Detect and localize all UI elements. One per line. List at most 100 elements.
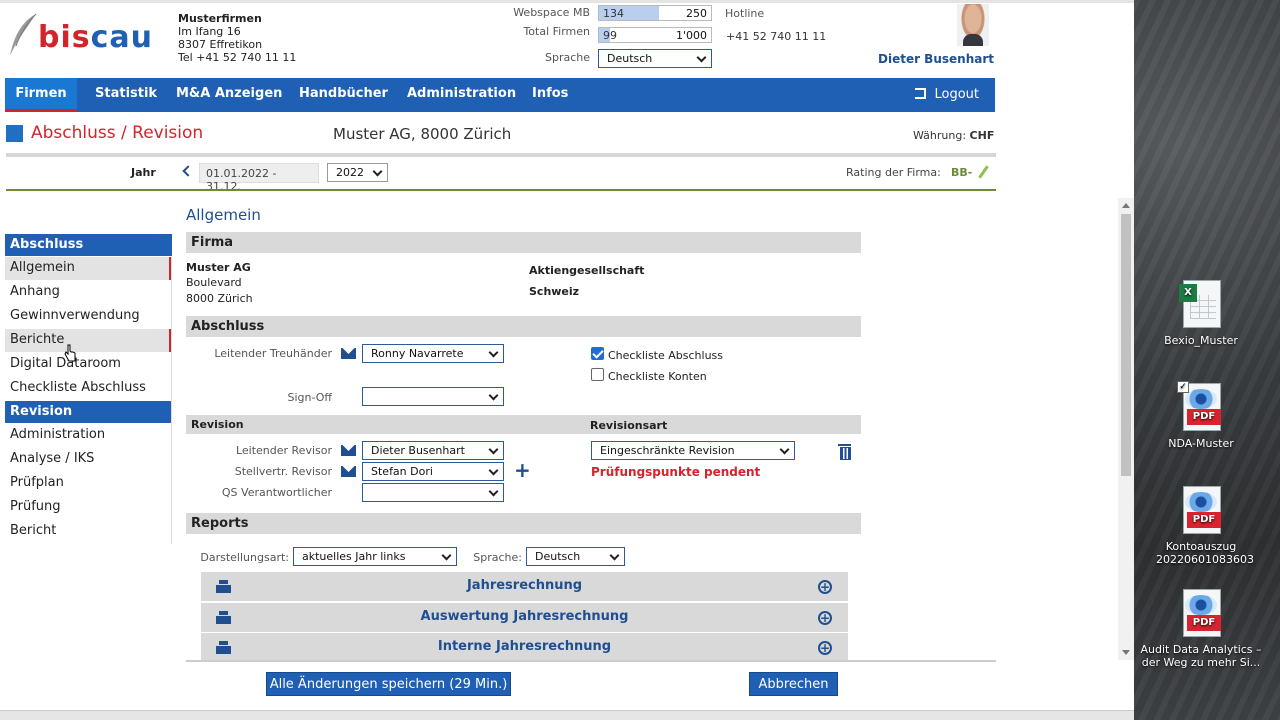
- currency: Währung: CHF: [913, 129, 994, 142]
- sidebar-item-bericht[interactable]: Bericht: [5, 520, 172, 543]
- checkliste-konten-checkbox[interactable]: [591, 368, 604, 381]
- nav-ma-anzeigen[interactable]: M&A Anzeigen: [176, 78, 282, 112]
- report-title: Jahresrechnung: [466, 578, 583, 593]
- sidebar-item-analyse-iks[interactable]: Analyse / IKS: [5, 448, 172, 471]
- nav-handbuecher[interactable]: Handbücher: [299, 78, 388, 112]
- revisionsart-select[interactable]: Eingeschränkte Revision: [591, 441, 795, 460]
- leitender-treuhaender-select[interactable]: Ronny Navarrete: [362, 344, 504, 363]
- firmen-label: Total Firmen: [523, 25, 590, 38]
- expand-icon[interactable]: +: [818, 611, 832, 625]
- firma-type: Aktiengesellschaft: [529, 264, 645, 277]
- mail-icon[interactable]: [341, 348, 356, 359]
- currency-label: Währung:: [913, 129, 967, 142]
- scrollbar[interactable]: [1118, 198, 1134, 660]
- stellvertr-revisor-select[interactable]: Stefan Dori: [362, 462, 504, 481]
- logout-label: Logout: [934, 87, 979, 102]
- excel-file-icon: X: [1179, 280, 1223, 330]
- webspace-gauge: 134 250: [598, 5, 712, 21]
- mail-icon[interactable]: [341, 445, 356, 456]
- mail-icon[interactable]: [341, 466, 356, 477]
- add-icon[interactable]: +: [514, 458, 531, 482]
- nav-statistik[interactable]: Statistik: [95, 78, 157, 112]
- sidebar-border: [171, 257, 172, 544]
- leitender-revisor-label: Leitender Revisor: [235, 444, 332, 457]
- quill-icon: [10, 13, 37, 56]
- qs-select[interactable]: [362, 483, 504, 502]
- report-sprache-select[interactable]: Deutsch: [526, 547, 625, 566]
- firm-address: Musterfirmen Im Ifang 16 8307 Effretikon…: [178, 12, 296, 64]
- chevron-left-icon[interactable]: [182, 165, 194, 177]
- desktop-icon-label: Bexio_Muster: [1164, 334, 1238, 347]
- sidebar-item-administration[interactable]: Administration: [5, 424, 172, 447]
- firma-street: Boulevard: [186, 276, 242, 289]
- signoff-select[interactable]: [362, 387, 504, 406]
- section-firma: Firma: [186, 232, 861, 253]
- window-top-border: [0, 0, 1134, 3]
- content-divider: [186, 660, 996, 662]
- report-row-jahresrechnung[interactable]: Jahresrechnung +: [201, 572, 848, 601]
- cancel-button[interactable]: Abbrechen: [749, 672, 838, 696]
- rating-label: Rating der Firma:: [846, 166, 941, 179]
- report-row-intern[interactable]: Interne Jahresrechnung +: [201, 633, 848, 660]
- year-select[interactable]: 2022: [327, 163, 388, 182]
- checkliste-konten-label: Checkliste Konten: [608, 370, 707, 383]
- sidebar-item-checkliste-abschluss[interactable]: Checkliste Abschluss: [5, 377, 172, 400]
- stellvertr-revisor-label: Stellvertr. Revisor: [234, 465, 332, 478]
- firm-name: Musterfirmen: [178, 12, 262, 25]
- report-sprache-label: Sprache:: [473, 551, 522, 564]
- hand-cursor-icon: [64, 344, 76, 362]
- pencil-icon[interactable]: [978, 165, 989, 179]
- language-select[interactable]: Deutsch: [598, 49, 712, 68]
- desktop-icon-nda[interactable]: PDF ✓ NDA-Muster: [1141, 381, 1261, 450]
- scroll-down-icon[interactable]: [1122, 650, 1130, 655]
- webspace-used: 134: [603, 7, 624, 20]
- nav-firmen[interactable]: Firmen: [5, 78, 77, 112]
- pdf-file-icon: PDF ✓: [1177, 381, 1223, 433]
- title-square-icon: [6, 125, 23, 142]
- sidebar-item-allgemein[interactable]: Allgemein: [5, 257, 172, 280]
- logout-icon: [915, 88, 927, 99]
- date-range-field[interactable]: 01.01.2022 - 31.12.: [199, 163, 319, 193]
- browser-window: biscau Musterfirmen Im Ifang 16 8307 Eff…: [0, 0, 1134, 720]
- trash-icon[interactable]: [838, 444, 851, 460]
- nav-administration[interactable]: Administration: [407, 78, 516, 112]
- sidebar-head-abschluss: Abschluss: [5, 234, 172, 256]
- section-heading: Allgemein: [186, 206, 261, 224]
- sidebar-item-pruefplan[interactable]: Prüfplan: [5, 472, 172, 495]
- firma-city: 8000 Zürich: [186, 292, 253, 305]
- sidebar-item-pruefung[interactable]: Prüfung: [5, 496, 172, 519]
- sidebar-head-revision: Revision: [5, 401, 172, 423]
- expand-icon[interactable]: +: [818, 641, 832, 655]
- sidebar-item-berichte[interactable]: Berichte: [5, 329, 172, 352]
- currency-value: CHF: [969, 129, 995, 142]
- leitender-revisor-select[interactable]: Dieter Busenhart: [362, 441, 504, 460]
- darstellungsart-select[interactable]: aktuelles Jahr links: [293, 547, 457, 566]
- expand-icon[interactable]: +: [818, 580, 832, 594]
- desktop-icon-kontoauszug[interactable]: PDF Kontoauszug 20220601083603: [1141, 486, 1261, 566]
- sidebar-item-digital-dataroom[interactable]: Digital Dataroom: [5, 353, 172, 376]
- sprache-label: Sprache: [544, 51, 590, 64]
- scroll-up-icon[interactable]: [1122, 203, 1130, 208]
- desktop-icon-audit[interactable]: PDF Audit Data Analytics – der Weg zu me…: [1140, 589, 1262, 669]
- company-title: Muster AG, 8000 Zürich: [333, 125, 512, 143]
- desktop-icon-label: NDA-Muster: [1168, 437, 1234, 450]
- sidebar-item-anhang[interactable]: Anhang: [5, 281, 172, 304]
- divider-green: [6, 189, 996, 191]
- pdf-file-icon: PDF: [1179, 589, 1223, 639]
- logout-button[interactable]: Logout: [915, 78, 979, 112]
- webspace-total: 250: [686, 7, 707, 20]
- checkliste-abschluss-checkbox[interactable]: [591, 347, 604, 360]
- page-title: Abschluss / Revision: [31, 123, 204, 143]
- nav-infos[interactable]: Infos: [532, 78, 568, 112]
- avatar[interactable]: [957, 4, 989, 46]
- save-button[interactable]: Alle Änderungen speichern (29 Min.): [266, 672, 511, 696]
- sidebar-item-gewinnverwendung[interactable]: Gewinnverwendung: [5, 305, 172, 328]
- desktop-icon-label: Audit Data Analytics – der Weg zu mehr S…: [1140, 643, 1262, 669]
- checkliste-abschluss-label: Checkliste Abschluss: [608, 349, 724, 362]
- desktop-icon-bexio[interactable]: X Bexio_Muster: [1141, 280, 1261, 347]
- main-nav: Firmen Statistik M&A Anzeigen Handbücher…: [5, 78, 995, 112]
- scrollbar-thumb[interactable]: [1121, 214, 1131, 476]
- user-name[interactable]: Dieter Busenhart: [878, 52, 994, 66]
- report-row-auswertung[interactable]: Auswertung Jahresrechnung +: [201, 603, 848, 632]
- pruefungspunkte-status: Prüfungspunkte pendent: [591, 465, 761, 479]
